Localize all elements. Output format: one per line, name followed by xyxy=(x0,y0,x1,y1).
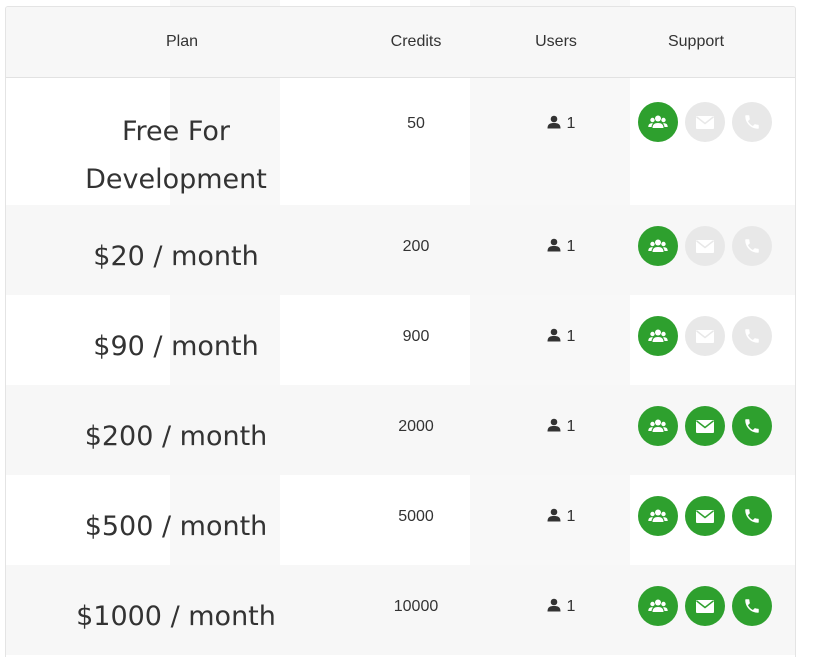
table-row: $1000 / month 10000 1 xyxy=(6,565,795,655)
table-row: $20 / month 200 1 xyxy=(6,205,795,295)
users-value: 1 xyxy=(506,115,616,133)
plan-name: Free For Development xyxy=(6,108,346,204)
table-header: Plan Credits Users Support xyxy=(6,7,795,78)
table-row: $500 / month 5000 1 xyxy=(6,475,795,565)
community-support-icon xyxy=(638,406,678,446)
credits-value: 5000 xyxy=(398,508,434,525)
users-count: 1 xyxy=(566,418,576,435)
community-support-icon xyxy=(638,226,678,266)
credits-value: 2000 xyxy=(398,418,434,435)
users-value: 1 xyxy=(506,508,616,526)
header-credits: Credits xyxy=(390,33,442,50)
email-support-icon xyxy=(685,406,725,446)
email-support-icon xyxy=(685,496,725,536)
phone-support-icon xyxy=(732,496,772,536)
users-value: 1 xyxy=(506,418,616,436)
plan-name: $20 / month xyxy=(93,241,259,272)
user-icon xyxy=(547,328,561,342)
support-icons xyxy=(638,406,772,446)
table-row: $200 / month 2000 1 xyxy=(6,385,795,475)
header-users: Users xyxy=(535,33,577,50)
plan-name-line2: Development xyxy=(85,164,267,195)
plan-name: $500 / month xyxy=(84,511,268,542)
support-icons xyxy=(638,586,772,626)
community-support-icon xyxy=(638,316,678,356)
credits-value: 10000 xyxy=(393,598,439,615)
user-icon xyxy=(547,115,561,129)
user-icon xyxy=(547,508,561,522)
header-plan: Plan xyxy=(165,33,199,50)
community-support-icon xyxy=(638,102,678,142)
credits-value: 50 xyxy=(407,115,425,132)
plan-name: $90 / month xyxy=(93,331,259,362)
email-support-icon xyxy=(685,316,725,356)
email-support-icon xyxy=(685,586,725,626)
user-icon xyxy=(547,238,561,252)
support-icons xyxy=(638,496,772,536)
email-support-icon xyxy=(685,226,725,266)
users-value: 1 xyxy=(506,598,616,616)
plan-name: $1000 / month xyxy=(76,601,276,632)
table-row: Free For Development 50 1 xyxy=(6,78,795,205)
support-icons xyxy=(638,226,772,266)
support-icons xyxy=(638,316,772,356)
users-value: 1 xyxy=(506,328,616,346)
phone-support-icon xyxy=(732,226,772,266)
users-count: 1 xyxy=(566,598,576,615)
phone-support-icon xyxy=(732,586,772,626)
community-support-icon xyxy=(638,586,678,626)
users-count: 1 xyxy=(566,238,576,255)
plan-name: $200 / month xyxy=(84,421,268,452)
plan-name-line1: Free For xyxy=(121,116,231,147)
credits-value: 200 xyxy=(402,238,430,255)
email-support-icon xyxy=(685,102,725,142)
pricing-table: Plan Credits Users Support Free For Deve… xyxy=(5,6,796,657)
table-row: $90 / month 900 1 xyxy=(6,295,795,385)
community-support-icon xyxy=(638,496,678,536)
users-count: 1 xyxy=(566,508,576,525)
support-icons xyxy=(638,102,772,142)
phone-support-icon xyxy=(732,316,772,356)
user-icon xyxy=(547,418,561,432)
phone-support-icon xyxy=(732,102,772,142)
user-icon xyxy=(547,598,561,612)
users-count: 1 xyxy=(566,115,576,132)
users-value: 1 xyxy=(506,238,616,256)
credits-value: 900 xyxy=(402,328,430,345)
phone-support-icon xyxy=(732,406,772,446)
header-support: Support xyxy=(667,33,725,50)
users-count: 1 xyxy=(566,328,576,345)
